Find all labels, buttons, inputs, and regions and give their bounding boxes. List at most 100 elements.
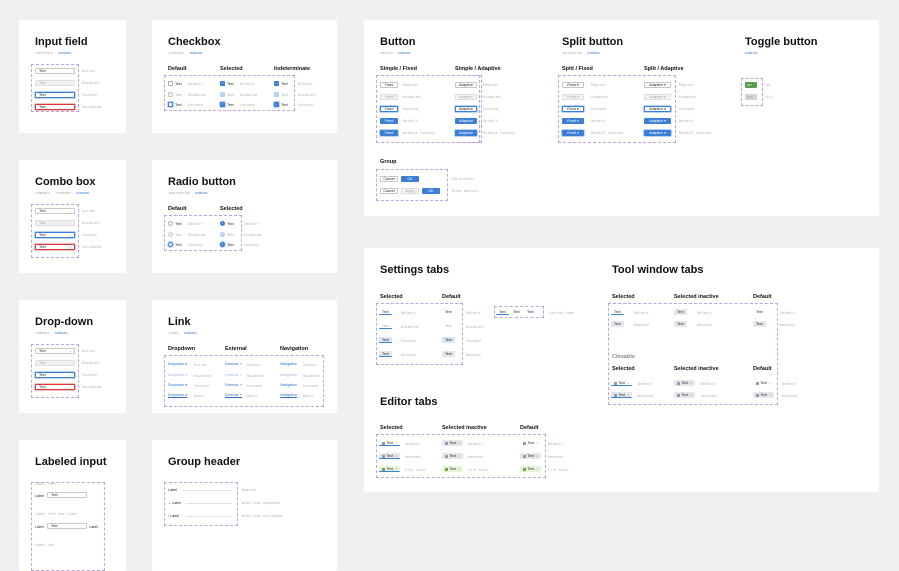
close-icon[interactable]: ×: [458, 441, 460, 445]
close-icon[interactable]: ×: [690, 393, 692, 397]
link-navigation-focused[interactable]: Navigation: [280, 383, 297, 387]
combo-active[interactable]: Text ⌄: [35, 208, 75, 214]
split-adaptive-focused[interactable]: Adaptive ▾: [644, 106, 671, 112]
labeled-input-left[interactable]: Text: [47, 492, 87, 498]
checkbox-selected-focused[interactable]: ✓ Text: [220, 102, 234, 107]
control-tab-1[interactable]: Text: [496, 309, 509, 315]
editor-tab-inactive[interactable]: Text ×: [442, 440, 463, 446]
close-icon[interactable]: ×: [769, 393, 771, 397]
button-adaptive-default[interactable]: Adaptive: [455, 118, 477, 124]
editor-tab-default-hovered[interactable]: Text ×: [520, 453, 541, 459]
editor-tab-inactive-hovered[interactable]: Text ×: [442, 453, 463, 459]
settings-tab-default-hovered[interactable]: Text: [442, 351, 455, 357]
checkbox-default[interactable]: Text: [168, 81, 182, 86]
radio-default-focused[interactable]: Text: [168, 242, 182, 247]
settings-tab-default[interactable]: Text: [442, 309, 455, 315]
input-focused[interactable]: Text: [35, 92, 75, 98]
close-icon[interactable]: ×: [627, 393, 629, 397]
radio-selected-focused[interactable]: • Text: [220, 242, 234, 247]
close-icon[interactable]: ×: [536, 454, 538, 458]
split-fixed-default-focused[interactable]: Fixed ▾: [562, 130, 584, 136]
settings-tab-selected-hovered[interactable]: Text: [379, 351, 392, 357]
control-tab-2[interactable]: Text: [510, 309, 523, 315]
tool-tab-inactive-hovered[interactable]: Text: [674, 321, 687, 327]
close-icon[interactable]: ×: [627, 381, 629, 385]
button-adaptive-default-focused[interactable]: Adaptive: [455, 130, 477, 136]
dropdown-validated[interactable]: Text ⌄: [35, 384, 75, 390]
link-external[interactable]: External ↗: [225, 362, 242, 366]
close-icon[interactable]: ×: [395, 441, 397, 445]
cancel-button[interactable]: Cancel: [380, 176, 398, 182]
button-fixed-default[interactable]: Fixed: [380, 118, 398, 124]
close-icon[interactable]: ×: [458, 467, 460, 471]
editor-tab-selected-file-color[interactable]: Text ×: [379, 466, 400, 472]
input-active[interactable]: Text: [35, 68, 75, 74]
close-icon[interactable]: ×: [395, 454, 397, 458]
tool-tab-closable-inactive[interactable]: Text ×: [674, 380, 695, 386]
close-icon[interactable]: ×: [536, 441, 538, 445]
close-icon[interactable]: ×: [690, 381, 692, 385]
tool-tab-default-hovered[interactable]: Text: [753, 321, 766, 327]
control-tab-3[interactable]: Text: [524, 309, 537, 315]
link-dropdown[interactable]: Dropdown ▾: [168, 362, 187, 366]
group-header-expanded[interactable]: ⌄ Label: [168, 501, 232, 505]
settings-tab-default-focused[interactable]: Text: [442, 337, 455, 343]
tool-tab-closable-selected[interactable]: Text ×: [611, 380, 632, 386]
checkbox-indeterminate-focused[interactable]: – Text: [274, 102, 288, 107]
group-header-collapsed[interactable]: › Label: [168, 514, 232, 518]
checkbox-selected[interactable]: ✓ Text: [220, 81, 234, 86]
split-fixed-focused[interactable]: Fixed ▾: [562, 106, 584, 112]
link-external-hovered[interactable]: External ↗: [225, 393, 242, 397]
tool-tab-closable-default-hovered[interactable]: Text ×: [753, 392, 774, 398]
dropdown-active[interactable]: Text ⌄: [35, 348, 75, 354]
editor-tab-inactive-file-color[interactable]: Text ×: [442, 466, 463, 472]
settings-tab-selected-focused[interactable]: Text: [379, 337, 392, 343]
split-fixed-default[interactable]: Fixed ▾: [562, 118, 584, 124]
button-fixed-regular[interactable]: Fixed: [380, 82, 398, 88]
cancel-button[interactable]: Cancel: [380, 188, 398, 194]
link-dropdown-focused[interactable]: Dropdown ▾: [168, 383, 187, 387]
tool-tab-default[interactable]: Text: [753, 309, 766, 315]
tool-tab-closable-selected-hovered[interactable]: Text ×: [611, 392, 632, 398]
split-fixed-regular[interactable]: Fixed ▾: [562, 82, 584, 88]
editor-tab-default-file-color[interactable]: Text ×: [520, 466, 541, 472]
close-icon[interactable]: ×: [536, 467, 538, 471]
checkbox-default-focused[interactable]: Text: [168, 102, 182, 107]
tool-tab-closable-default[interactable]: Text ×: [753, 380, 774, 386]
combo-validated[interactable]: Text ⌄: [35, 244, 75, 250]
button-adaptive-focused[interactable]: Adaptive: [455, 106, 477, 112]
split-adaptive-default[interactable]: Adaptive ▾: [644, 118, 671, 124]
tool-tab-selected-hovered[interactable]: Text: [611, 321, 624, 327]
split-adaptive-default-focused[interactable]: Adaptive ▾: [644, 130, 671, 136]
dropdown-focused[interactable]: Text ⌄: [35, 372, 75, 378]
toggle-off[interactable]: OFF: [745, 94, 757, 100]
radio-selected[interactable]: • Text: [220, 221, 234, 226]
toggle-on[interactable]: ON: [745, 82, 757, 88]
labeled-input-both[interactable]: Text: [47, 523, 87, 529]
tool-tab-selected[interactable]: Text: [611, 309, 624, 315]
radio-default[interactable]: Text: [168, 221, 182, 226]
close-icon[interactable]: ×: [769, 381, 771, 385]
tool-tab-closable-inactive-hovered[interactable]: Text ×: [674, 392, 695, 398]
checkbox-indeterminate[interactable]: – Text: [274, 81, 288, 86]
combo-focused[interactable]: Text ⌄: [35, 232, 75, 238]
ok-button[interactable]: OK: [422, 188, 440, 194]
button-adaptive-regular[interactable]: Adaptive: [455, 82, 477, 88]
input-validated[interactable]: Text: [35, 104, 75, 110]
link-dropdown-hovered[interactable]: Dropdown ▾: [168, 393, 187, 397]
button-fixed-default-focused[interactable]: Fixed: [380, 130, 398, 136]
tool-tab-inactive[interactable]: Text: [674, 309, 687, 315]
link-navigation-hovered[interactable]: Navigation: [280, 393, 297, 397]
button-fixed-focused[interactable]: Fixed: [380, 106, 398, 112]
editor-tab-selected[interactable]: Text ×: [379, 440, 400, 446]
editor-tab-selected-hovered[interactable]: Text ×: [379, 453, 400, 459]
link-navigation[interactable]: Navigation: [280, 362, 297, 366]
state-note: Default: [548, 442, 563, 446]
settings-tab-selected[interactable]: Text: [379, 309, 392, 315]
close-icon[interactable]: ×: [395, 467, 397, 471]
ok-button[interactable]: OK: [401, 176, 419, 182]
close-icon[interactable]: ×: [458, 454, 460, 458]
split-adaptive-regular[interactable]: Adaptive ▾: [644, 82, 671, 88]
link-external-focused[interactable]: External ↗: [225, 383, 242, 387]
editor-tab-default[interactable]: Text ×: [520, 440, 541, 446]
